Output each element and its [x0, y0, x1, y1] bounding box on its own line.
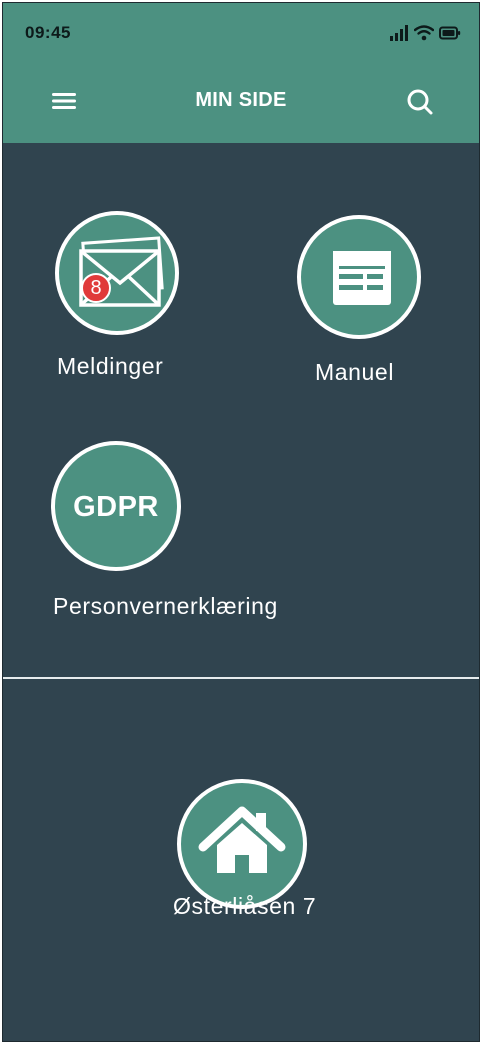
tile-personvern[interactable]: GDPR Personvernerklæring: [49, 439, 349, 629]
status-time: 09:45: [25, 23, 71, 42]
meldinger-circle: 8: [55, 211, 179, 335]
property-label: Østerliåsen 7: [173, 893, 317, 919]
wifi-icon: [414, 25, 434, 41]
envelope-icon: [79, 236, 164, 307]
tile-label-personvern: Personvernerklæring: [53, 593, 278, 619]
tile-label-meldinger: Meldinger: [57, 353, 164, 379]
tile-label-manuel: Manuel: [315, 359, 395, 385]
search-icon: [407, 89, 433, 115]
section-divider: [3, 677, 479, 679]
top-bar: 09:45 MIN SIDE: [3, 3, 479, 143]
house-icon: [198, 806, 286, 873]
status-icons: [389, 23, 461, 43]
gdpr-circle: GDPR: [51, 441, 181, 571]
app-screen: 09:45 MIN SIDE 8 Meldinger Manuel GDPR P…: [2, 2, 480, 1042]
battery-icon: [439, 26, 461, 40]
gdpr-icon: GDPR: [73, 491, 159, 523]
property-circle: [177, 779, 307, 909]
tile-manuel[interactable]: Manuel: [295, 215, 435, 395]
unread-badge: 8: [81, 273, 111, 303]
manuel-circle: [297, 215, 421, 339]
tile-meldinger[interactable]: 8 Meldinger: [53, 209, 193, 389]
search-button[interactable]: [405, 87, 435, 117]
manual-icon: [333, 251, 391, 305]
property-item[interactable]: Østerliåsen 7: [169, 777, 329, 927]
signal-icon: [390, 25, 408, 41]
